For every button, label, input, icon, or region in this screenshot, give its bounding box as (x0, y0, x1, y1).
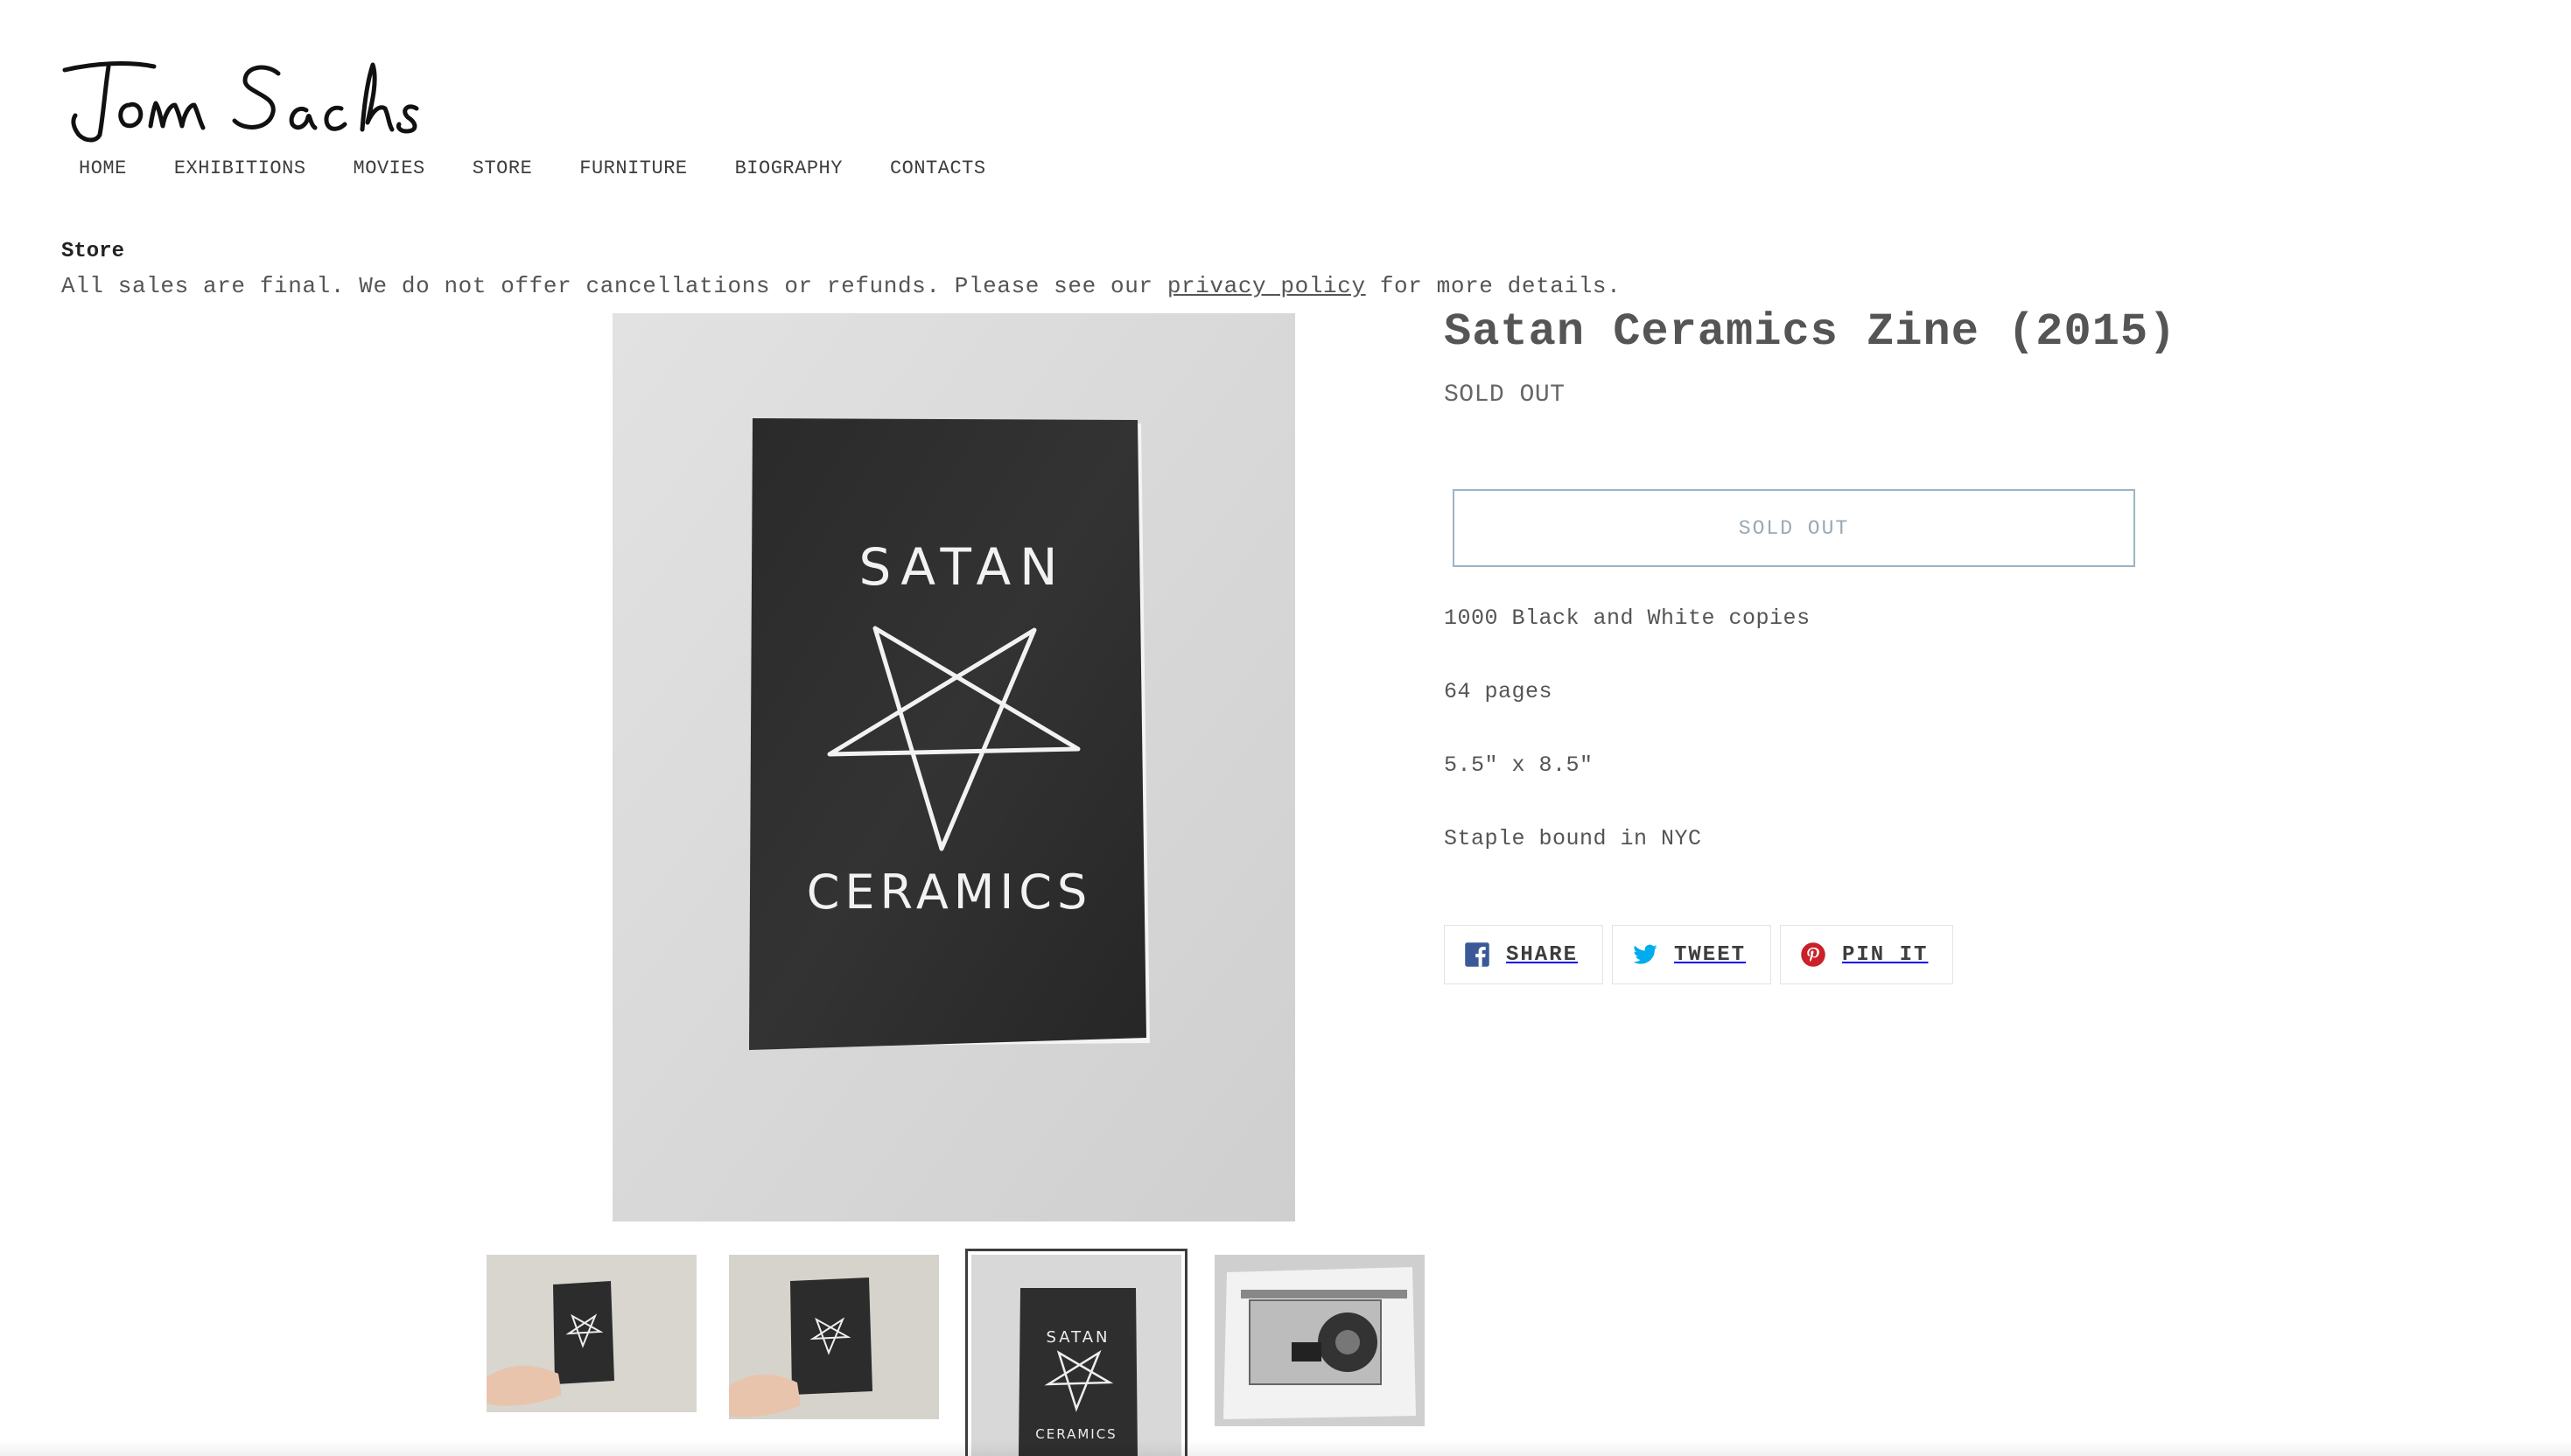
store-notice: All sales are final. We do not offer can… (61, 273, 1621, 299)
share-facebook-label: SHARE (1506, 942, 1579, 967)
nav-biography[interactable]: BIOGRAPHY (735, 158, 843, 179)
nav-movies[interactable]: MOVIES (354, 158, 425, 179)
bottom-scroll-shade (0, 1440, 2571, 1456)
thumbnail-image: SATAN CERAMICS (971, 1255, 1181, 1456)
pinterest-icon (1801, 942, 1825, 967)
share-pinterest-button[interactable]: PIN IT (1780, 925, 1953, 984)
description-line-copies: 1000 Black and White copies (1444, 606, 1811, 631)
store-section-title: Store (61, 240, 125, 263)
thumbnail-1[interactable] (487, 1255, 697, 1412)
twitter-icon (1633, 944, 1657, 964)
sold-out-button[interactable]: SOLD OUT (1453, 489, 2135, 567)
main-nav: HOME EXHIBITIONS MOVIES STORE FURNITURE … (79, 158, 1033, 179)
product-price-status: SOLD OUT (1444, 382, 1566, 409)
description-line-size: 5.5" x 8.5" (1444, 752, 1594, 778)
privacy-policy-link[interactable]: privacy policy (1167, 273, 1366, 299)
nav-home[interactable]: HOME (79, 158, 127, 179)
tom-sachs-signature-logo (62, 61, 419, 143)
thumbnail-image (1215, 1255, 1425, 1426)
nav-exhibitions[interactable]: EXHIBITIONS (174, 158, 306, 179)
cover-title-top: SATAN (858, 537, 1066, 597)
notice-text-before: All sales are final. We do not offer can… (61, 273, 1167, 299)
thumb-cover-top: SATAN (1046, 1328, 1110, 1347)
zine-cover-photo: SATAN CERAMICS (613, 313, 1295, 1222)
notice-text-after: for more details. (1365, 273, 1622, 299)
facebook-icon (1465, 942, 1489, 967)
thumbnail-4[interactable] (1215, 1255, 1425, 1426)
cover-title-bottom: CERAMICS (807, 864, 1093, 920)
share-facebook-button[interactable]: SHARE (1444, 925, 1603, 984)
brand-logo[interactable] (60, 54, 436, 146)
nav-store[interactable]: STORE (473, 158, 533, 179)
share-twitter-label: TWEET (1674, 942, 1747, 967)
nav-furniture[interactable]: FURNITURE (579, 158, 687, 179)
nav-contacts[interactable]: CONTACTS (890, 158, 986, 179)
share-twitter-button[interactable]: TWEET (1612, 925, 1771, 984)
thumbnail-strip: SATAN CERAMICS (487, 1248, 1425, 1456)
description-line-pages: 64 pages (1444, 679, 1553, 704)
thumbnail-2[interactable] (729, 1255, 939, 1419)
product-main-image[interactable]: SATAN CERAMICS (613, 313, 1295, 1222)
product-title: Satan Ceramics Zine (2015) (1444, 306, 2177, 358)
share-pinterest-label: PIN IT (1842, 942, 1929, 967)
thumbnail-3-active[interactable]: SATAN CERAMICS (965, 1249, 1187, 1456)
thumbnail-image (729, 1255, 939, 1419)
thumbnail-image (487, 1255, 697, 1412)
description-line-binding: Staple bound in NYC (1444, 826, 1702, 851)
